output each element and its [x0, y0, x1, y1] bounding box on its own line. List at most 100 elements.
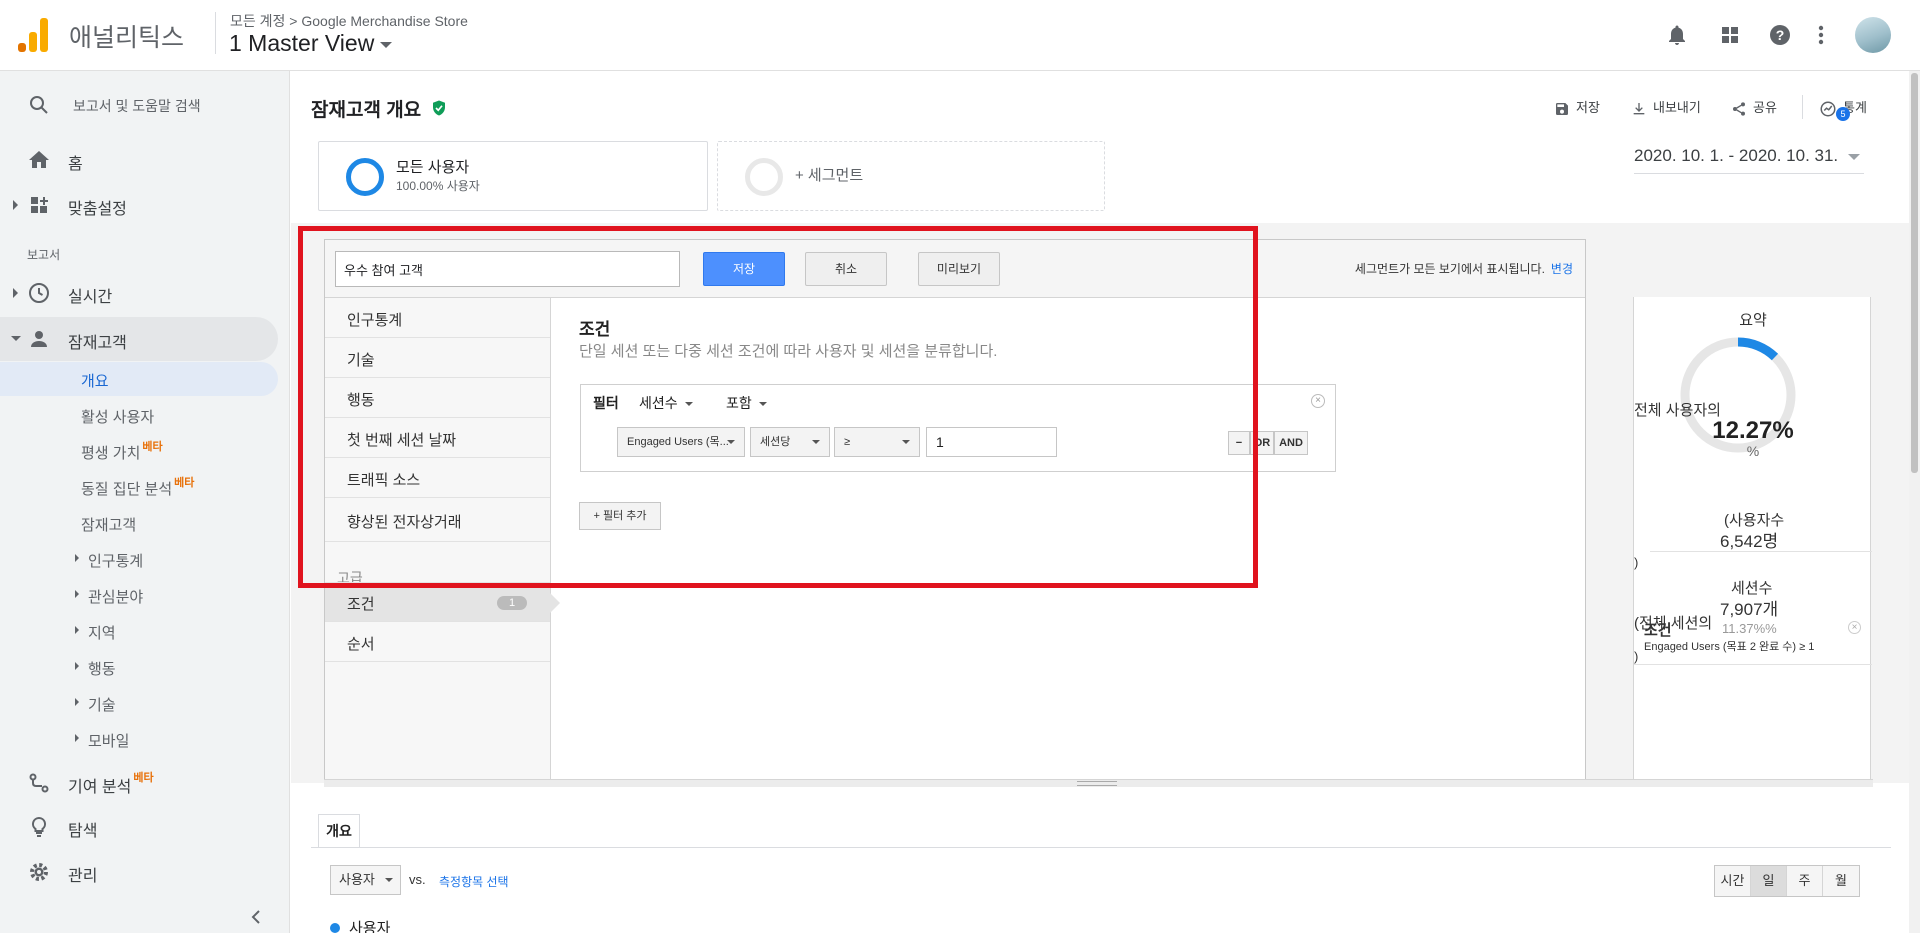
toolbar-divider	[1802, 95, 1803, 119]
preview-button[interactable]: 미리보기	[918, 252, 1000, 286]
date-range-underline	[1634, 173, 1864, 174]
time-button-week[interactable]: 주	[1787, 866, 1823, 896]
menu-item-first-session-date[interactable]: 첫 번째 세션 날짜	[325, 418, 550, 458]
subitem-text: 평생 가치	[81, 445, 141, 462]
menu-item-label: 첫 번째 세션 날짜	[347, 432, 457, 449]
sidebar-subitem-lifetime-value[interactable]: 평생 가치 베타	[0, 434, 278, 468]
view-selector[interactable]: 1 Master View	[229, 30, 393, 57]
chevron-down-icon	[758, 402, 767, 407]
subitem-label: 지역	[88, 625, 116, 642]
export-button[interactable]: 내보내기	[1631, 97, 1701, 119]
add-filter-button[interactable]: + 필터 추가	[579, 502, 661, 530]
analytics-logo-icon[interactable]	[18, 18, 48, 52]
sidebar-item-attribution[interactable]: 기여 분석베타	[0, 761, 278, 805]
summary-sessions-percent: 11.37%%	[1722, 621, 1777, 636]
and-button[interactable]: AND	[1274, 431, 1308, 455]
collapse-sidebar-icon[interactable]	[250, 909, 262, 930]
beta-badge: 베타	[174, 477, 195, 489]
time-button-month[interactable]: 월	[1823, 866, 1859, 896]
save-icon	[1556, 102, 1568, 115]
sidebar-subitem-cohort-analysis[interactable]: 동질 집단 분석 베타	[0, 470, 278, 504]
attribution-icon	[27, 771, 51, 795]
menu-item-traffic-sources[interactable]: 트래픽 소스	[325, 458, 550, 498]
summary-condition-label: 조건	[1644, 622, 1672, 639]
menu-item-conditions[interactable]: 조건 1	[325, 582, 560, 622]
or-button[interactable]: OR	[1250, 431, 1274, 455]
per-dropdown[interactable]: 세션당	[750, 427, 830, 457]
menu-item-sequences[interactable]: 순서	[325, 622, 550, 662]
remove-condition-button[interactable]: −	[1228, 431, 1250, 455]
chevron-down-icon	[385, 878, 393, 882]
segment-name: 모든 사용자	[396, 159, 470, 176]
operator-dropdown[interactable]: ≥	[834, 427, 920, 457]
subitem-label: 행동	[88, 661, 116, 678]
resize-grip-icon	[1077, 781, 1117, 786]
lightbulb-icon	[27, 815, 51, 839]
download-icon	[1633, 102, 1645, 114]
sidebar-subitem-behavior[interactable]: 행동	[0, 650, 278, 684]
help-icon[interactable]: ?	[1768, 23, 1792, 47]
date-range-picker[interactable]: 2020. 10. 1. - 2020. 10. 31.	[1634, 146, 1861, 166]
remove-condition-icon[interactable]: ×	[1848, 621, 1861, 634]
remove-filter-icon[interactable]: ×	[1311, 394, 1325, 408]
expand-arrow-icon	[75, 698, 79, 706]
sidebar-subitem-demographics[interactable]: 인구통계	[0, 542, 278, 576]
menu-item-demographics[interactable]: 인구통계	[325, 298, 550, 338]
sidebar-search[interactable]: 보고서 및 도움말 검색	[0, 83, 278, 127]
expand-arrow-icon	[13, 288, 18, 298]
sidebar-item-admin[interactable]: 관리	[0, 850, 278, 894]
expand-arrow-icon	[75, 590, 79, 598]
page-title-text: 잠재고객 개요	[311, 100, 422, 121]
menu-item-technology[interactable]: 기술	[325, 338, 550, 378]
filter-value-input[interactable]: 1	[926, 427, 1057, 457]
save-label: 저장	[1576, 100, 1600, 115]
menu-item-label: 향상된 전자상거래	[347, 514, 462, 531]
tab-overview[interactable]: 개요	[318, 814, 360, 848]
page-title: 잠재고객 개요	[311, 95, 448, 123]
select-metric-link[interactable]: 측정항목 선택	[439, 873, 509, 890]
segment-card-all-users[interactable]: 모든 사용자 100.00% 사용자	[318, 141, 708, 211]
add-segment-card[interactable]: + 세그먼트	[717, 141, 1105, 211]
sidebar-item-home[interactable]: 홈	[0, 138, 278, 182]
more-vert-icon[interactable]	[1815, 23, 1827, 47]
editor-resize-bar[interactable]	[324, 779, 1873, 787]
metric-dropdown[interactable]: Engaged Users (목...	[617, 427, 745, 457]
save-segment-button[interactable]: 저장	[703, 252, 785, 286]
sidebar-item-audience[interactable]: 잠재고객	[0, 317, 278, 361]
menu-item-enhanced-ecommerce[interactable]: 향상된 전자상거래	[325, 498, 550, 542]
sidebar-subitem-overview[interactable]: 개요	[0, 362, 278, 396]
segment-ring-empty-icon	[745, 158, 783, 196]
metric-selector[interactable]: 사용자	[330, 865, 401, 895]
subitem-label: 평생 가치 베타	[81, 441, 163, 463]
time-button-hour[interactable]: 시간	[1715, 866, 1751, 896]
share-button[interactable]: 공유	[1731, 97, 1777, 119]
sidebar-item-customization[interactable]: 맞춤설정	[0, 183, 278, 227]
avatar[interactable]	[1855, 17, 1891, 53]
sidebar-subitem-mobile[interactable]: 모바일	[0, 722, 278, 756]
sidebar-item-realtime[interactable]: 실시간	[0, 271, 278, 315]
sidebar-subitem-active-users[interactable]: 활성 사용자	[0, 398, 278, 432]
filter-mode-dropdown[interactable]: 포함	[726, 393, 767, 413]
cancel-button[interactable]: 취소	[805, 252, 887, 286]
scrollbar-thumb[interactable]	[1911, 73, 1918, 473]
filter-scope-dropdown[interactable]: 세션수	[639, 393, 693, 413]
save-report-button[interactable]: 저장	[1554, 97, 1600, 119]
sidebar-subitem-audiences[interactable]: 잠재고객	[0, 506, 278, 540]
sidebar-subitem-technology[interactable]: 기술	[0, 686, 278, 720]
change-visibility-link[interactable]: 변경	[1551, 262, 1573, 276]
time-button-day[interactable]: 일	[1751, 866, 1787, 896]
account-breadcrumb[interactable]: 모든 계정 > Google Merchandise Store	[230, 11, 468, 31]
person-icon	[27, 327, 51, 351]
sidebar-item-discover[interactable]: 탐색	[0, 805, 278, 849]
apps-icon[interactable]	[1718, 23, 1742, 47]
subitem-label: 잠재고객	[81, 517, 137, 534]
segment-name-input[interactable]	[335, 251, 680, 287]
bell-icon[interactable]	[1665, 23, 1689, 47]
segment-category-menu: 인구통계 기술 행동 첫 번째 세션 날짜 트래픽 소스 향상된 전자상거래 고…	[325, 298, 560, 784]
sidebar-subitem-geo[interactable]: 지역	[0, 614, 278, 648]
page-scrollbar[interactable]	[1909, 71, 1920, 933]
menu-item-behavior[interactable]: 행동	[325, 378, 550, 418]
sidebar-subitem-interests[interactable]: 관심분야	[0, 578, 278, 612]
chevron-down-icon	[684, 402, 693, 407]
subitem-label: 모바일	[88, 733, 130, 750]
